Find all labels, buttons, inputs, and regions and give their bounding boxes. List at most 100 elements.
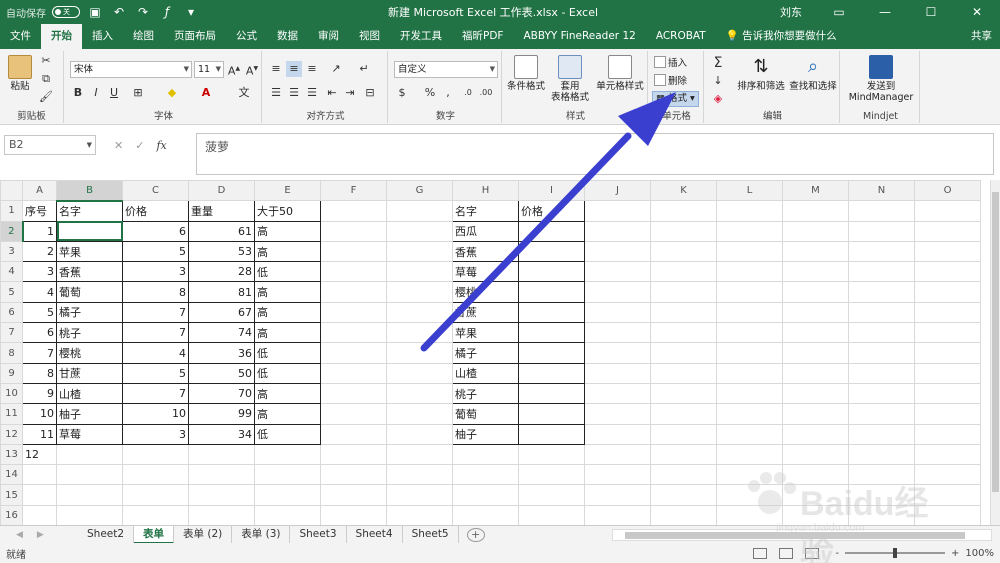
send-to-mindmanager-button[interactable]: 发送到 MindManager: [842, 55, 920, 103]
cell[interactable]: [452, 504, 519, 525]
zoom-level[interactable]: 100%: [965, 548, 994, 559]
minimize-icon[interactable]: —: [862, 5, 908, 19]
cell[interactable]: [386, 382, 453, 405]
next-sheet-icon[interactable]: ▶: [37, 530, 44, 540]
cell[interactable]: [848, 240, 915, 263]
cell[interactable]: [716, 423, 783, 445]
cell[interactable]: 53: [188, 240, 255, 263]
align-middle-icon[interactable]: ≡: [286, 61, 302, 77]
cell[interactable]: 重量: [188, 200, 255, 222]
cell[interactable]: [22, 464, 57, 486]
cell[interactable]: [584, 464, 651, 486]
cell[interactable]: [386, 423, 453, 445]
cell[interactable]: [914, 200, 981, 222]
cell[interactable]: [320, 281, 387, 303]
cell[interactable]: [122, 504, 189, 525]
tab-11[interactable]: ABBYY FineReader 12: [513, 24, 645, 49]
maximize-icon[interactable]: ☐: [908, 5, 954, 19]
cell[interactable]: [716, 240, 783, 263]
sort-filter-button[interactable]: ⇅ 排序和筛选: [736, 55, 786, 92]
cell[interactable]: [584, 362, 651, 384]
italic-button[interactable]: I: [88, 85, 104, 101]
insert-function-button[interactable]: fx: [156, 139, 166, 152]
increase-indent-icon[interactable]: ⇥: [342, 85, 358, 101]
column-header[interactable]: F: [320, 180, 387, 202]
cell[interactable]: [584, 240, 651, 263]
cell[interactable]: [188, 504, 255, 525]
cell[interactable]: 67: [188, 301, 255, 324]
redo-icon[interactable]: ↷: [134, 5, 152, 19]
cell[interactable]: [914, 220, 981, 242]
cell[interactable]: [584, 423, 651, 445]
tab-5[interactable]: 公式: [226, 24, 267, 49]
format-painter-icon[interactable]: 🖌: [38, 89, 54, 105]
cell[interactable]: [848, 423, 915, 445]
delete-cells-button[interactable]: 删除: [654, 73, 687, 87]
cell[interactable]: 8: [22, 362, 57, 384]
cell[interactable]: [386, 443, 453, 466]
cell[interactable]: [914, 382, 981, 405]
cell[interactable]: [386, 301, 453, 324]
cell[interactable]: [518, 240, 585, 263]
cell[interactable]: [650, 240, 717, 263]
page-layout-icon[interactable]: [779, 547, 794, 559]
cell[interactable]: [584, 220, 651, 242]
cell[interactable]: 桃子: [56, 322, 123, 344]
cell[interactable]: [254, 484, 321, 506]
cell[interactable]: [56, 443, 123, 466]
cell[interactable]: [320, 322, 387, 344]
cell[interactable]: 1: [22, 220, 57, 242]
cell[interactable]: 高: [254, 403, 321, 425]
cell[interactable]: [914, 322, 981, 344]
cell[interactable]: [22, 504, 57, 525]
cell[interactable]: [320, 443, 387, 466]
cell[interactable]: [518, 281, 585, 303]
paste-button[interactable]: 粘贴: [4, 55, 36, 92]
cell[interactable]: [584, 301, 651, 324]
cell[interactable]: 5: [122, 240, 189, 263]
customize-toolbar-icon[interactable]: ▾: [182, 5, 200, 19]
column-header[interactable]: E: [254, 180, 321, 202]
row-header[interactable]: 2: [0, 220, 24, 242]
cell[interactable]: 4: [122, 342, 189, 364]
cell[interactable]: [782, 281, 849, 303]
tab-4[interactable]: 页面布局: [164, 24, 226, 49]
tell-me-search[interactable]: 💡 告诉我你想要做什么: [716, 24, 971, 49]
autosave-toggle[interactable]: 关: [52, 6, 80, 18]
cell[interactable]: [716, 301, 783, 324]
column-header[interactable]: O: [914, 180, 981, 202]
cell[interactable]: [518, 403, 585, 425]
align-right-icon[interactable]: ☰: [304, 85, 320, 101]
cell[interactable]: 苹果: [56, 240, 123, 263]
row-header[interactable]: 3: [0, 240, 23, 263]
cell[interactable]: [848, 281, 915, 303]
cell[interactable]: [848, 362, 915, 384]
column-header[interactable]: K: [650, 180, 717, 202]
tab-10[interactable]: 福昕PDF: [452, 24, 513, 49]
close-icon[interactable]: ✕: [954, 5, 1000, 19]
fill-color-icon[interactable]: ◆: [164, 85, 180, 101]
cell[interactable]: [56, 484, 123, 506]
cell[interactable]: [254, 504, 321, 525]
row-header[interactable]: 7: [0, 322, 23, 344]
cell[interactable]: [848, 200, 915, 222]
cell[interactable]: [386, 200, 453, 222]
cell[interactable]: [386, 484, 453, 506]
cell[interactable]: [782, 322, 849, 344]
comma-style-button[interactable]: ,: [440, 85, 456, 101]
cell[interactable]: [122, 484, 189, 506]
cell[interactable]: [782, 200, 849, 222]
cancel-icon[interactable]: ✕: [114, 139, 123, 152]
cell[interactable]: 7: [22, 342, 57, 364]
cell[interactable]: [386, 281, 453, 303]
cell[interactable]: 价格: [122, 200, 189, 222]
cell[interactable]: [716, 342, 783, 364]
row-header[interactable]: 9: [0, 362, 23, 384]
row-header[interactable]: 14: [0, 464, 23, 486]
cell[interactable]: 西瓜: [452, 220, 519, 242]
cell[interactable]: [386, 362, 453, 384]
cell[interactable]: [320, 504, 387, 525]
increase-decimal-icon[interactable]: .0: [460, 85, 476, 101]
cell[interactable]: [716, 382, 783, 405]
cell[interactable]: [320, 220, 387, 242]
